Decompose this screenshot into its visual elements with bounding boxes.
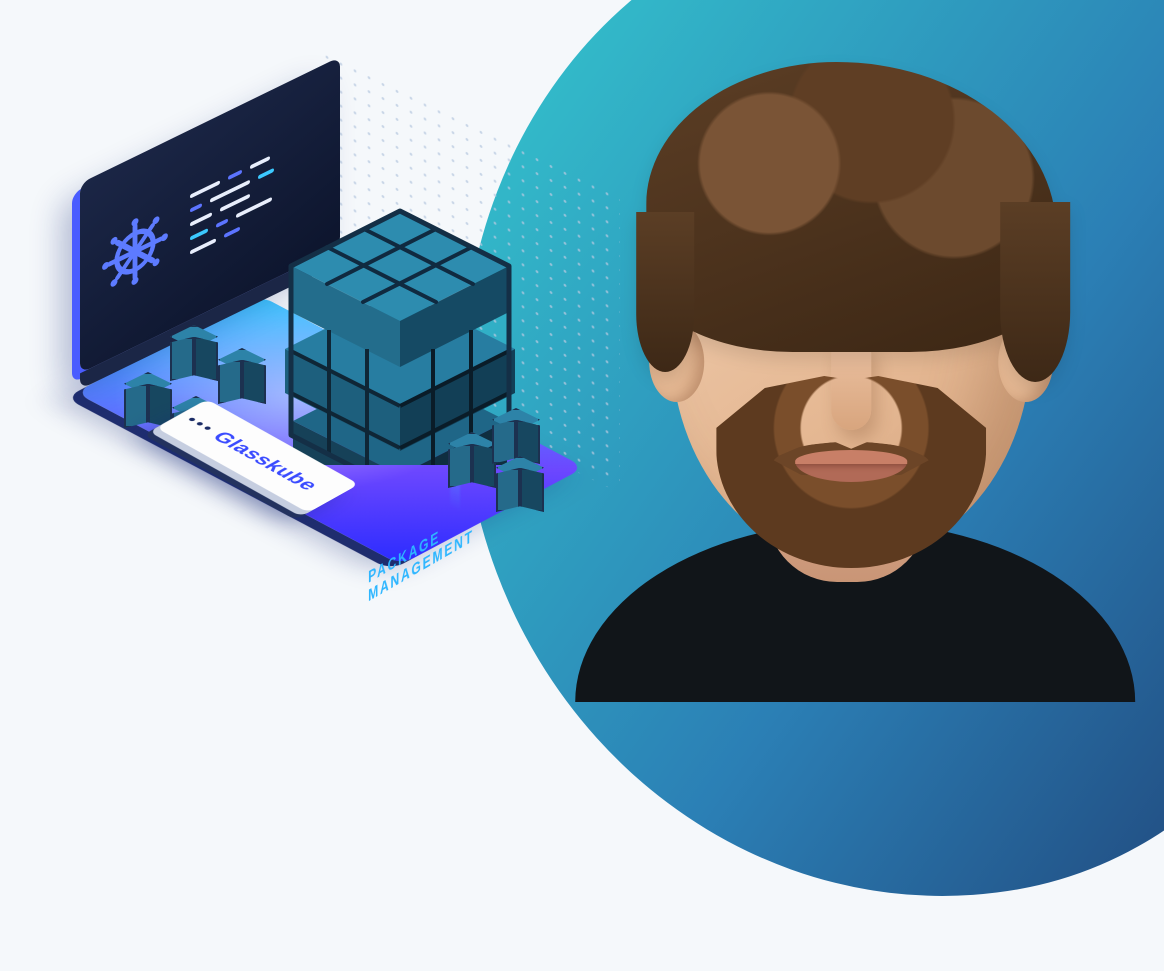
rubik-cube-icon (285, 195, 515, 465)
mini-cube (448, 432, 496, 488)
code-lines (190, 154, 274, 255)
card-indicator-dots (188, 417, 212, 430)
kubernetes-helm-icon (100, 200, 170, 304)
mini-cube (124, 372, 172, 428)
portrait (524, 42, 1164, 702)
stage: Glasskube PACKAGE MANAGEMENT (0, 0, 1164, 702)
portrait-hair (646, 62, 1056, 352)
main-cube-stack (285, 195, 515, 445)
mini-cube (218, 348, 266, 404)
portrait-head (671, 92, 1031, 562)
portrait-region (524, 0, 1164, 702)
mini-cube (170, 325, 218, 381)
